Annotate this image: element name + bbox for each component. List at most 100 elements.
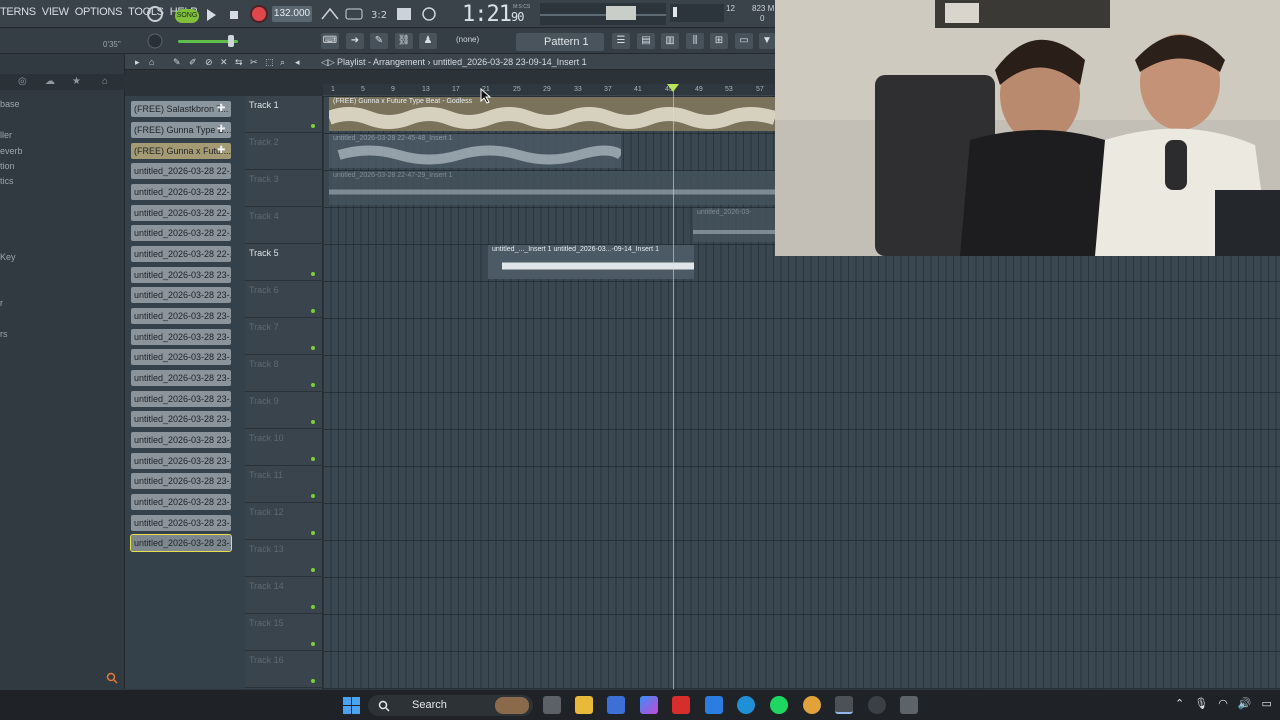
browser-item[interactable]: r (0, 298, 3, 308)
track-led[interactable] (311, 420, 315, 424)
taskbar-search[interactable]: Search (368, 695, 533, 716)
track-header[interactable]: Track 6 (245, 281, 323, 318)
track-led[interactable] (311, 679, 315, 683)
song-mode-button[interactable]: SONG (175, 9, 199, 23)
track-led[interactable] (311, 642, 315, 646)
stop-icon[interactable] (228, 6, 240, 24)
clip-source-item-selected[interactable]: untitled_2026-03-28 23-... (130, 534, 232, 552)
plugin-picker-icon[interactable]: ⊞ (710, 33, 728, 49)
record-button[interactable] (252, 7, 266, 21)
audio-clip[interactable]: untitled_2026-03-28 22-47-29_Insert 1 (329, 171, 775, 205)
browser-item[interactable]: everb (0, 146, 23, 156)
clip-source-item[interactable]: untitled_2026-03-28 23-... (131, 494, 231, 510)
clip-source-item[interactable]: untitled_2026-03-28 22-... (131, 246, 231, 262)
volume-icon[interactable]: 🔊 (1238, 697, 1252, 710)
track-led[interactable] (311, 272, 315, 276)
spotify-icon[interactable] (770, 696, 788, 714)
browser-item[interactable]: tics (0, 176, 14, 186)
browser-item[interactable]: Key (0, 252, 16, 262)
copilot-icon[interactable] (640, 696, 658, 714)
add-icon[interactable]: ✚ (217, 143, 225, 159)
play-icon[interactable] (205, 6, 217, 24)
menu-patterns[interactable]: TERNS (0, 6, 36, 18)
track-header[interactable]: Track 8 (245, 355, 323, 392)
track-header[interactable]: Track 10 (245, 429, 323, 466)
track-header[interactable]: Track 12 (245, 503, 323, 540)
task-view-icon[interactable] (543, 696, 561, 714)
channel-rack-icon[interactable]: ▥ (661, 33, 679, 49)
audio-clip[interactable]: untitled_..._Insert 1 untitled_2026-03..… (488, 245, 694, 279)
track-header[interactable]: Track 7 (245, 318, 323, 355)
pattern-select[interactable]: Pattern 1 (516, 33, 604, 51)
clip-source-item[interactable]: untitled_2026-03-28 23-... (131, 453, 231, 469)
master-volume-handle[interactable] (228, 35, 234, 47)
clip-source-item[interactable]: untitled_2026-03-28 23-... (131, 349, 231, 365)
zoom-icon[interactable]: ⌕ (280, 57, 285, 68)
pin-icon[interactable]: ▼ (759, 33, 775, 49)
chrome-icon[interactable] (803, 696, 821, 714)
link-icon[interactable]: ⛓ (395, 33, 413, 49)
browser-icon[interactable]: ▭ (735, 33, 753, 49)
countdown-icon[interactable]: 3:2 (369, 5, 389, 23)
clip-source-item[interactable]: (FREE) Gunna Type B... (131, 122, 231, 138)
blend-notes-icon[interactable] (394, 5, 414, 23)
obs-icon[interactable] (868, 696, 886, 714)
clip-source-item[interactable]: untitled_2026-03-28 22-... (131, 184, 231, 200)
windows-start-icon[interactable] (343, 697, 360, 714)
clip-source-item[interactable]: (FREE) Gunna x Futur... (131, 143, 231, 159)
audio-clip[interactable]: (FREE) Gunna x Future Type Beat - Godles… (329, 97, 775, 131)
browser-cloud-icon[interactable]: ☁ (45, 76, 55, 87)
browser-star-icon[interactable]: ★ (72, 76, 81, 87)
track-header[interactable]: Track 15 (245, 614, 323, 651)
chevron-up-icon[interactable]: ⌃ (1175, 697, 1184, 710)
snap-arrow-icon[interactable]: ➜ (346, 33, 364, 49)
playhead[interactable] (673, 84, 674, 689)
track-header[interactable]: Track 4 (245, 207, 323, 244)
track-led[interactable] (311, 383, 315, 387)
track-header[interactable]: Track 11 (245, 466, 323, 503)
mixer-icon[interactable]: ⫼ (686, 33, 704, 49)
reader-icon[interactable] (672, 696, 690, 714)
clip-source-item[interactable]: untitled_2026-03-28 23-... (131, 411, 231, 427)
browser-all-icon[interactable]: ◎ (18, 76, 27, 87)
tempo-display[interactable]: 132.000 (272, 6, 312, 22)
file-explorer-icon[interactable] (575, 696, 593, 714)
magnet-icon[interactable]: ⌂ (149, 57, 154, 67)
snap-select[interactable]: (none) (456, 35, 479, 44)
track-led[interactable] (311, 494, 315, 498)
track-led[interactable] (311, 124, 315, 128)
playback-icon[interactable]: ◂ (295, 57, 300, 68)
metronome-icon[interactable] (320, 5, 340, 23)
track-led[interactable] (311, 457, 315, 461)
draw-icon[interactable]: ✎ (370, 33, 388, 49)
track-led[interactable] (311, 309, 315, 313)
add-icon[interactable]: ✚ (217, 101, 225, 117)
browser-item[interactable]: base (0, 99, 20, 109)
playhead-marker-icon[interactable] (667, 84, 679, 92)
microphone-icon[interactable]: 🎙 (1194, 697, 1208, 710)
paint-icon[interactable]: ✐ (189, 57, 197, 68)
clip-source-item[interactable]: untitled_2026-03-28 22-... (131, 163, 231, 179)
clip-source-item[interactable]: untitled_2026-03-28 23-... (131, 432, 231, 448)
loop-record-icon[interactable] (419, 5, 439, 23)
clip-source-item[interactable]: (FREE) Salastkbron T... (131, 101, 231, 117)
browser-item[interactable]: rs (0, 329, 8, 339)
track-header[interactable]: Track 13 (245, 540, 323, 577)
clip-source-item[interactable]: untitled_2026-03-28 23-... (131, 473, 231, 489)
playlist-icon[interactable]: ☰ (612, 33, 630, 49)
clip-source-item[interactable]: untitled_2026-03-28 23-... (131, 287, 231, 303)
clip-source-item[interactable]: untitled_2026-03-28 23-... (131, 308, 231, 324)
track-led[interactable] (311, 531, 315, 535)
track-led[interactable] (311, 346, 315, 350)
track-header[interactable]: Track 5 (245, 244, 323, 281)
track-header[interactable]: Track 9 (245, 392, 323, 429)
stamp-icon[interactable]: ♟ (419, 33, 437, 49)
wait-icon[interactable] (344, 5, 364, 23)
track-led[interactable] (311, 568, 315, 572)
track-led[interactable] (311, 605, 315, 609)
clip-source-item[interactable]: untitled_2026-03-28 23-... (131, 370, 231, 386)
track-header[interactable]: Track 16 (245, 651, 323, 688)
tool-app-icon[interactable] (705, 696, 723, 714)
track-header[interactable]: Track 1 (245, 96, 323, 133)
browser-item[interactable]: tion (0, 161, 15, 171)
